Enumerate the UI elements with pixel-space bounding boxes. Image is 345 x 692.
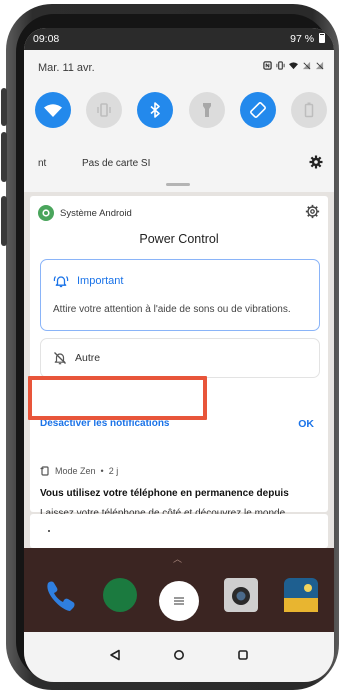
drag-handle[interactable] bbox=[166, 183, 190, 186]
nfc-icon bbox=[263, 61, 272, 70]
back-icon bbox=[110, 649, 120, 661]
volume-down-button bbox=[1, 132, 7, 182]
phone-app-icon[interactable] bbox=[42, 578, 76, 612]
hangouts-app-icon[interactable] bbox=[102, 578, 137, 612]
quick-settings-tiles bbox=[35, 92, 327, 128]
notification-title: Power Control bbox=[139, 232, 219, 246]
bell-off-icon bbox=[54, 352, 66, 365]
android-settings-icon bbox=[38, 205, 54, 221]
flashlight-icon bbox=[202, 103, 211, 117]
power-button bbox=[1, 196, 7, 246]
bell-ringing-icon bbox=[53, 276, 69, 288]
second-notification-header: Mode Zen • 2 j bbox=[40, 466, 118, 476]
auto-rotate-tile[interactable] bbox=[239, 92, 276, 128]
wifi-status-icon bbox=[289, 62, 298, 70]
second-notification-time: 2 j bbox=[108, 466, 119, 476]
notification-app-name: Système Android bbox=[60, 207, 132, 219]
bluetooth-tile[interactable] bbox=[137, 92, 174, 128]
app-drawer-button[interactable] bbox=[159, 581, 199, 621]
qs-status-icons bbox=[263, 61, 324, 70]
back-button[interactable] bbox=[109, 648, 121, 666]
qs-footer-row: nt Pas de carte SI bbox=[24, 150, 334, 180]
recents-icon bbox=[238, 650, 248, 660]
battery-icon bbox=[319, 33, 325, 43]
wifi-tile[interactable] bbox=[35, 92, 71, 128]
battery-indicator: 97 % bbox=[290, 33, 325, 45]
battery-saver-tile[interactable] bbox=[290, 92, 327, 128]
home-button[interactable] bbox=[173, 648, 185, 666]
no-signal-icon bbox=[302, 61, 311, 70]
notification-app-row: Système Android bbox=[38, 205, 132, 221]
auto-rotate-icon bbox=[249, 102, 266, 118]
battery-percent: 97 % bbox=[290, 33, 315, 45]
collapsed-notification[interactable] bbox=[30, 514, 328, 548]
option-other-label: Autre bbox=[75, 352, 101, 364]
option-important[interactable]: Important Attire votre attention à l'aid… bbox=[40, 259, 320, 331]
battery-saver-icon bbox=[304, 102, 314, 118]
separator-dot: • bbox=[100, 466, 104, 476]
camera-app-icon[interactable] bbox=[223, 578, 258, 612]
navigation-bar bbox=[24, 632, 334, 682]
second-notification-title[interactable]: Vous utilisez votre téléphone en permane… bbox=[40, 488, 289, 499]
qs-date: Mar. 11 avr. bbox=[38, 62, 95, 74]
settings-button[interactable] bbox=[309, 155, 323, 174]
vibrate-icon bbox=[97, 103, 111, 117]
notification-settings-button[interactable] bbox=[305, 204, 320, 224]
gear-icon bbox=[309, 155, 323, 169]
qs-carrier-label: Pas de carte SI bbox=[82, 158, 151, 169]
menu-lines-icon bbox=[174, 597, 184, 605]
zen-mode-icon bbox=[40, 466, 49, 476]
quick-settings-panel: Mar. 11 avr. nt Pas de carte SI bbox=[24, 50, 334, 192]
gallery-app-icon[interactable] bbox=[284, 578, 318, 612]
option-other[interactable]: Autre bbox=[40, 338, 320, 378]
option-important-description: Attire votre attention à l'aide de sons … bbox=[53, 304, 291, 315]
wifi-icon bbox=[44, 104, 62, 117]
volume-up-button bbox=[1, 88, 7, 126]
option-important-label: Important bbox=[77, 275, 124, 287]
status-bar: 09:08 97 % bbox=[24, 28, 334, 50]
home-circle-icon bbox=[174, 650, 184, 660]
vibrate-tile[interactable] bbox=[86, 92, 123, 128]
status-time: 09:08 bbox=[33, 33, 60, 45]
vibrate-status-icon bbox=[276, 61, 285, 70]
gear-outline-icon bbox=[305, 204, 320, 219]
qs-network-label: nt bbox=[38, 158, 47, 169]
disable-notifications-button[interactable]: Désactiver les notifications bbox=[40, 418, 170, 429]
no-signal-icon-2 bbox=[315, 61, 324, 70]
second-notification-app: Mode Zen bbox=[55, 466, 96, 476]
bluetooth-icon bbox=[150, 102, 161, 118]
recents-button[interactable] bbox=[237, 648, 249, 666]
app-drawer-chevron-icon: ︿ bbox=[173, 554, 183, 564]
screen: 09:08 97 % Mar. 11 avr. nt Pas de carte … bbox=[24, 28, 334, 682]
notification-card: Système Android Power Control Important … bbox=[30, 196, 328, 519]
flashlight-tile[interactable] bbox=[188, 92, 225, 128]
ok-button[interactable]: OK bbox=[298, 418, 314, 430]
